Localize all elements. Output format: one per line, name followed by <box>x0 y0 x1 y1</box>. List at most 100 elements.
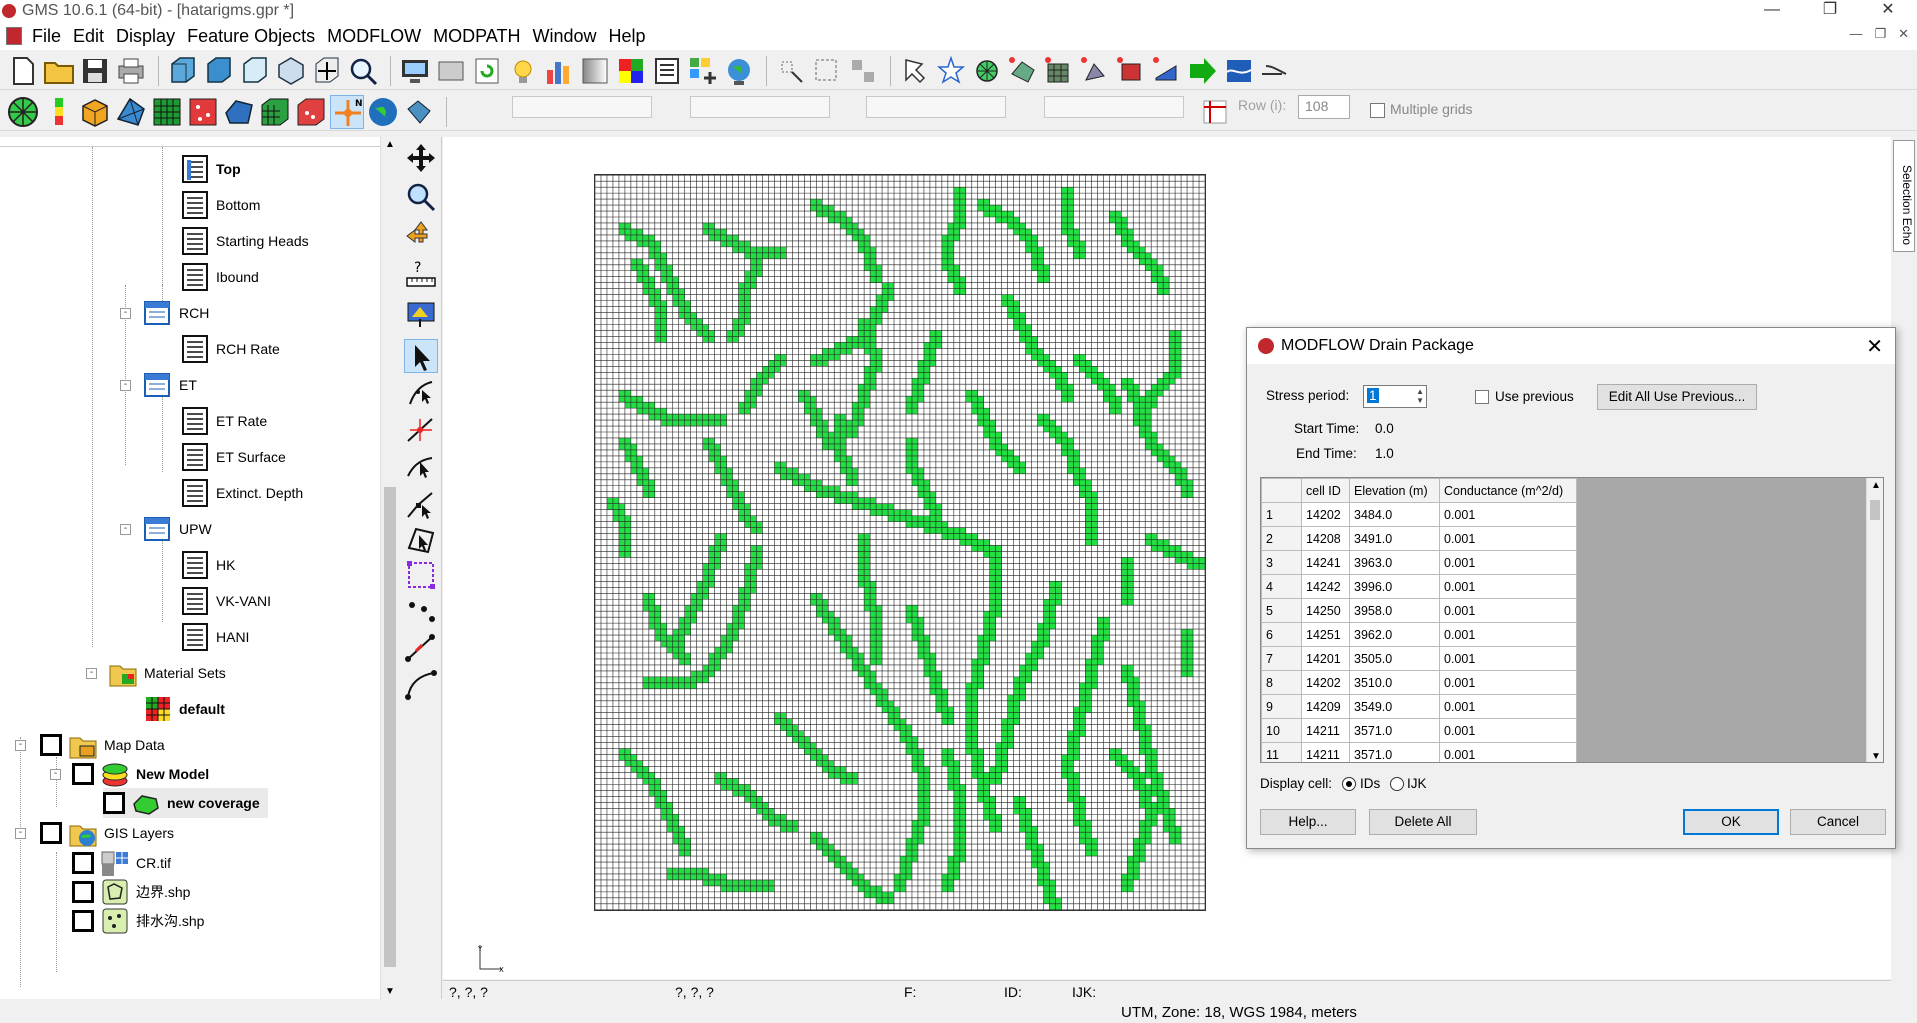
table-scroll-thumb[interactable] <box>1870 500 1880 520</box>
collapse-rch-icon[interactable]: - <box>120 308 131 319</box>
color-legend-icon[interactable] <box>614 54 648 88</box>
table-cell[interactable]: 14202 <box>1301 670 1350 695</box>
tree-item-top[interactable]: Top <box>180 154 241 184</box>
restore-button[interactable]: ❐ <box>1801 0 1859 20</box>
collapse-upw-icon[interactable]: - <box>120 524 131 535</box>
tree-item-hani[interactable]: HANI <box>180 622 249 652</box>
cube-front-icon[interactable] <box>166 54 200 88</box>
ids-radio[interactable] <box>1342 777 1356 791</box>
stress-period-spinner[interactable]: 1 ▲ ▼ <box>1363 385 1427 408</box>
zoom-extents-icon[interactable] <box>346 54 380 88</box>
table-row[interactable]: 8 14202 3510.0 0.001 <box>1261 670 1577 695</box>
tree-item-new-model[interactable]: New Model <box>72 759 209 789</box>
tree-item-boundary-shp[interactable]: 边界.shp <box>72 877 190 907</box>
mdi-restore-button[interactable]: ❐ <box>1874 26 1886 42</box>
edit-all-use-previous-button[interactable]: Edit All Use Previous... <box>1597 384 1757 410</box>
ok-button[interactable]: OK <box>1683 809 1779 835</box>
add-data-icon[interactable] <box>686 54 720 88</box>
document-icon[interactable] <box>6 27 22 45</box>
minimize-button[interactable]: — <box>1743 0 1801 20</box>
cr-tif-checkbox[interactable] <box>72 852 94 874</box>
rotate-icon[interactable] <box>404 219 438 253</box>
menu-file[interactable]: File <box>26 22 67 50</box>
menu-modflow[interactable]: MODFLOW <box>321 22 427 50</box>
scroll-down-icon[interactable]: ▼ <box>385 986 395 997</box>
collapse-material-sets-icon[interactable]: - <box>86 668 97 679</box>
mesh-tool-icon[interactable] <box>1006 54 1040 88</box>
table-cell[interactable]: 14202 <box>1301 502 1350 527</box>
table-cell[interactable]: 3963.0 <box>1349 550 1440 575</box>
select-vertex-icon[interactable] <box>404 450 438 484</box>
spreadsheet-icon[interactable] <box>650 54 684 88</box>
menu-help[interactable]: Help <box>603 22 652 50</box>
gis-module-icon[interactable] <box>366 95 400 129</box>
s-coord-field[interactable] <box>1044 96 1184 118</box>
print-icon[interactable] <box>114 54 148 88</box>
mdi-minimize-button[interactable]: — <box>1849 26 1862 42</box>
table-row[interactable]: 4 14242 3996.0 0.001 <box>1261 574 1577 599</box>
selection-echo-tab[interactable]: Selection Echo <box>1893 140 1915 252</box>
tree-item-new-coverage[interactable]: new coverage <box>103 788 268 818</box>
map-data-checkbox[interactable] <box>40 734 62 756</box>
gis-tool-icon[interactable] <box>1150 54 1184 88</box>
tree-item-drainage-shp[interactable]: 排水沟.shp <box>72 906 204 936</box>
table-cell[interactable]: 14241 <box>1301 550 1350 575</box>
collapse-et-icon[interactable]: - <box>120 380 131 391</box>
table-cell[interactable]: 14251 <box>1301 622 1350 647</box>
tree-item-map-data[interactable]: Map Data <box>40 730 165 760</box>
table-row[interactable]: 9 14209 3549.0 0.001 <box>1261 694 1577 719</box>
annotation-module-icon[interactable] <box>402 95 436 129</box>
grid-module-icon[interactable] <box>150 95 184 129</box>
table-cell[interactable]: 0.001 <box>1439 646 1577 671</box>
gis-layers-checkbox[interactable] <box>40 822 62 844</box>
table-cell[interactable]: 14209 <box>1301 694 1350 719</box>
table-cell[interactable]: 3571.0 <box>1349 742 1440 762</box>
table-cell[interactable]: 0.001 <box>1439 718 1577 743</box>
tin-module-icon[interactable] <box>6 95 40 129</box>
explorer-scrollbar[interactable]: ▲ ▼ <box>380 137 398 999</box>
pan-icon[interactable] <box>404 141 438 175</box>
tree-item-et[interactable]: ET <box>143 370 197 400</box>
collapse-map-data-icon[interactable]: - <box>15 740 26 751</box>
tree-item-starting-heads[interactable]: Starting Heads <box>180 226 309 256</box>
z-coord-field[interactable] <box>866 96 1006 118</box>
grid-tool-icon[interactable] <box>1042 54 1076 88</box>
tree-item-ibound[interactable]: Ibound <box>180 262 259 292</box>
table-cell[interactable]: 0.001 <box>1439 526 1577 551</box>
spinner-arrows-icon[interactable]: ▲ ▼ <box>1416 387 1424 405</box>
refresh-icon[interactable] <box>470 54 504 88</box>
rotate-view-icon[interactable] <box>310 54 344 88</box>
create-arc-icon[interactable] <box>404 413 438 447</box>
column-header-cell-id[interactable]: cell ID <box>1301 478 1350 503</box>
cube-top-icon[interactable] <box>238 54 272 88</box>
table-scroll-down-icon[interactable]: ▼ <box>1871 751 1881 762</box>
table-row[interactable]: 5 14250 3958.0 0.001 <box>1261 598 1577 623</box>
table-cell[interactable]: 3571.0 <box>1349 718 1440 743</box>
drainage-shp-checkbox[interactable] <box>72 910 94 932</box>
scroll-up-icon[interactable]: ▲ <box>385 139 395 150</box>
menu-window[interactable]: Window <box>526 22 602 50</box>
tree-item-hk[interactable]: HK <box>180 550 235 580</box>
table-cell[interactable]: 0.001 <box>1439 598 1577 623</box>
table-row[interactable]: 7 14201 3505.0 0.001 <box>1261 646 1577 671</box>
select-arc-icon[interactable] <box>404 376 438 410</box>
mesh-module-icon[interactable] <box>114 95 148 129</box>
table-cell[interactable]: 0.001 <box>1439 622 1577 647</box>
contour-gradient-icon[interactable] <box>578 54 612 88</box>
cube-side-icon[interactable] <box>202 54 236 88</box>
table-cell[interactable]: 0.001 <box>1439 742 1577 762</box>
display-options-icon[interactable] <box>398 54 432 88</box>
close-button[interactable]: ✕ <box>1859 0 1917 20</box>
table-scrollbar[interactable]: ▲ ▼ <box>1866 478 1883 762</box>
collapse-new-model-icon[interactable]: - <box>50 769 61 780</box>
collapse-gis-layers-icon[interactable]: - <box>15 828 26 839</box>
save-icon[interactable] <box>78 54 112 88</box>
modflow-grid[interactable] <box>594 174 1206 911</box>
menu-edit[interactable]: Edit <box>67 22 110 50</box>
tree-item-material-sets[interactable]: Material Sets <box>108 658 226 688</box>
boundary-shp-checkbox[interactable] <box>72 881 94 903</box>
map-module-icon[interactable] <box>294 95 328 129</box>
y-coord-field[interactable] <box>690 96 830 118</box>
cancel-button[interactable]: Cancel <box>1790 809 1886 835</box>
select-node-icon[interactable] <box>404 487 438 521</box>
